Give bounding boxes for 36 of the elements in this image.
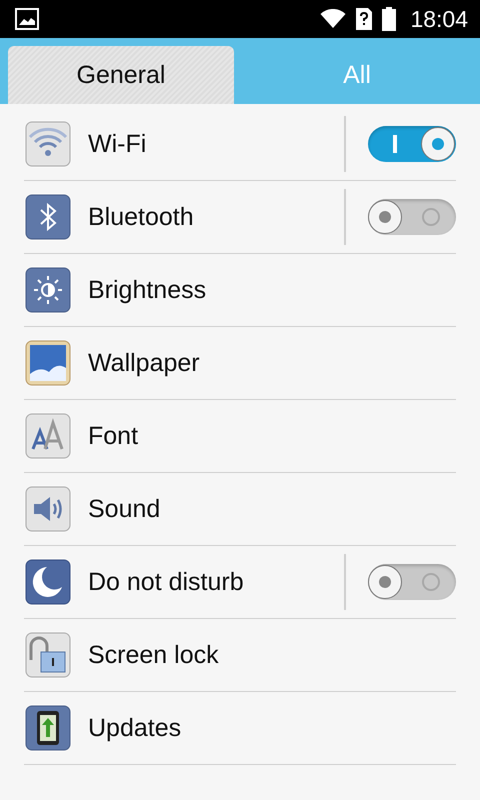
font-icon — [25, 413, 71, 459]
settings-label: Sound — [88, 494, 162, 524]
toggle-switch[interactable] — [368, 199, 456, 235]
settings-label: Font — [88, 422, 140, 450]
settings-row[interactable]: Wi-Fi — [24, 108, 456, 181]
settings-label: Brightness — [88, 276, 208, 304]
settings-row[interactable]: Sound — [24, 473, 456, 546]
bluetooth-icon — [25, 194, 71, 240]
phone-upload-icon — [25, 705, 71, 751]
settings-row[interactable]: Font — [24, 400, 456, 473]
wallpaper-icon — [25, 340, 71, 386]
moon-icon — [25, 559, 71, 605]
settings-label: Wallpaper — [88, 348, 201, 378]
settings-row[interactable]: Bluetooth — [24, 181, 456, 254]
clock-time: 18:04 — [410, 6, 468, 32]
toggle-switch[interactable] — [368, 564, 456, 600]
padlock-icon — [25, 632, 71, 678]
tab[interactable]: General — [8, 46, 234, 104]
settings-row[interactable]: Updates — [24, 692, 456, 765]
toggle-switch[interactable] — [368, 126, 456, 162]
speaker-icon — [25, 486, 71, 532]
settings-row[interactable]: Wallpaper — [24, 327, 456, 400]
settings-row[interactable]: Screen lock — [24, 619, 456, 692]
settings-label: Bluetooth — [88, 202, 195, 232]
settings-row[interactable]: Do not disturb — [24, 546, 456, 619]
brightness-icon — [25, 267, 71, 313]
settings-row[interactable]: Brightness — [24, 254, 456, 327]
battery-icon — [382, 7, 396, 31]
settings-label: Screen lock — [88, 640, 220, 670]
wifi-icon — [320, 9, 346, 29]
settings-label: Do not disturb — [88, 568, 245, 596]
settings-label: Updates — [88, 714, 182, 742]
sim-icon — [356, 8, 372, 30]
settings-label: Wi-Fi — [88, 130, 148, 158]
image-icon — [15, 8, 39, 30]
wifi-icon — [25, 121, 71, 167]
